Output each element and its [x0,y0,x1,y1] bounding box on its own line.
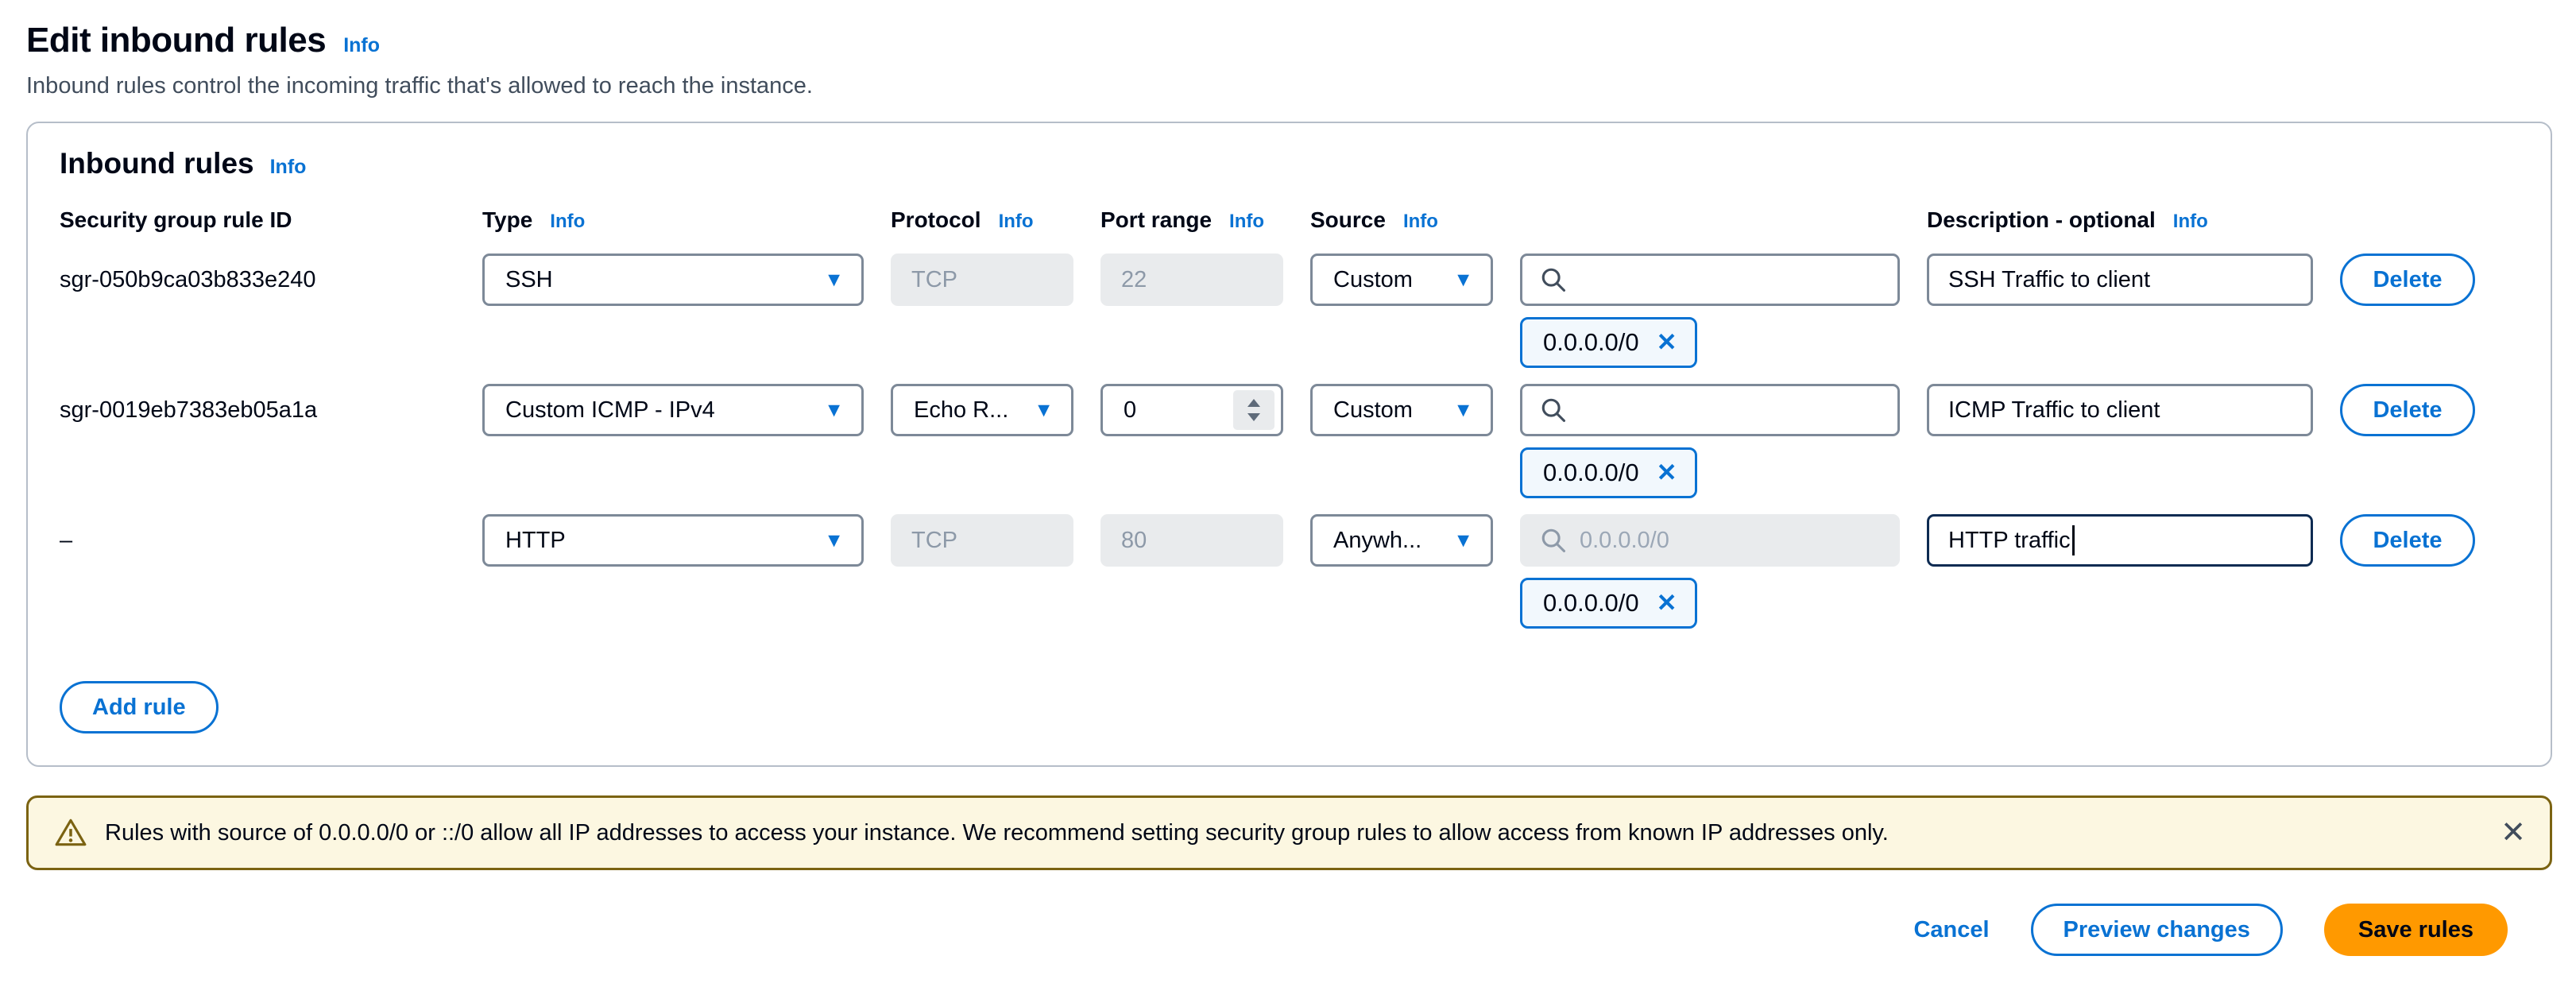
remove-tag-icon[interactable]: ✕ [1657,328,1677,357]
source-cidr-tag: 0.0.0.0/0 ✕ [1520,317,1697,368]
page-title-info-link[interactable]: Info [343,34,380,57]
chevron-down-icon: ▼ [1453,399,1473,422]
stepper-arrows[interactable] [1233,390,1274,430]
edit-inbound-rules-page: Edit inbound rules Info Inbound rules co… [0,0,2576,956]
description-input[interactable]: ICMP Traffic to client [1927,384,2313,436]
description-input[interactable]: SSH Traffic to client [1927,254,2313,306]
port-range-stepper[interactable]: 0 [1100,384,1283,436]
source-mode-select[interactable]: Custom ▼ [1310,254,1493,306]
rule-row-ssh: sgr-050b9ca03b833e240 SSH ▼ TCP 22 Custo… [60,254,2519,368]
text-cursor [2072,525,2075,555]
delete-rule-button[interactable]: Delete [2340,514,2475,567]
cancel-button[interactable]: Cancel [1913,904,1989,956]
page-subtitle: Inbound rules control the incoming traff… [26,73,2552,99]
chevron-down-icon: ▼ [824,269,844,292]
chevron-down-icon: ▼ [1453,529,1473,552]
page-header: Edit inbound rules Info Inbound rules co… [26,21,2552,99]
preview-changes-button[interactable]: Preview changes [2031,904,2283,956]
save-rules-button[interactable]: Save rules [2324,904,2508,956]
source-cidr-tag: 0.0.0.0/0 ✕ [1520,578,1697,629]
search-placeholder: 0.0.0.0/0 [1580,528,1669,554]
port-range-field-disabled: 80 [1100,514,1283,567]
stepper-down-icon[interactable] [1247,413,1260,421]
search-icon [1540,397,1567,424]
protocol-field-disabled: TCP [891,254,1073,306]
type-info-link[interactable]: Info [550,211,585,233]
column-header-type: Type Info [482,207,864,233]
column-header-id: Security group rule ID [60,207,455,233]
warning-icon [54,816,87,850]
source-search-input-disabled: 0.0.0.0/0 [1520,514,1900,567]
delete-rule-button[interactable]: Delete [2340,384,2475,436]
source-search-input[interactable] [1520,384,1900,436]
inbound-rules-panel: Inbound rules Info Security group rule I… [26,122,2552,767]
type-select[interactable]: Custom ICMP - IPv4 ▼ [482,384,864,436]
panel-heading-info-link[interactable]: Info [270,156,307,179]
rule-id: sgr-0019eb7383eb05a1a [60,397,455,424]
column-header-description: Description - optional Info [1927,207,2313,233]
column-header-protocol: Protocol Info [891,207,1073,233]
remove-tag-icon[interactable]: ✕ [1657,459,1677,487]
chevron-down-icon: ▼ [1453,269,1473,292]
remove-tag-icon[interactable]: ✕ [1657,589,1677,617]
type-select[interactable]: SSH ▼ [482,254,864,306]
description-info-link[interactable]: Info [2173,211,2208,233]
protocol-field-disabled: TCP [891,514,1073,567]
column-header-source: Source Info [1310,207,1493,233]
protocol-select[interactable]: Echo R... ▼ [891,384,1073,436]
rule-id: sgr-050b9ca03b833e240 [60,267,455,293]
port-range-info-link[interactable]: Info [1229,211,1264,233]
column-header-port-range: Port range Info [1100,207,1283,233]
source-cidr-tag: 0.0.0.0/0 ✕ [1520,447,1697,498]
chevron-down-icon: ▼ [824,399,844,422]
panel-heading: Inbound rules [60,147,254,180]
protocol-info-link[interactable]: Info [999,211,1034,233]
source-search-input[interactable] [1520,254,1900,306]
rule-id: – [60,528,455,554]
source-info-link[interactable]: Info [1403,211,1438,233]
rule-row-http: – HTTP ▼ TCP 80 Anywh... ▼ 0.0.0.0/0 HTT… [60,514,2519,629]
add-rule-button[interactable]: Add rule [60,681,219,733]
type-select[interactable]: HTTP ▼ [482,514,864,567]
close-icon[interactable]: ✕ [2501,818,2526,848]
delete-rule-button[interactable]: Delete [2340,254,2475,306]
description-input-focused[interactable]: HTTP traffic [1927,514,2313,567]
column-header-row: Security group rule ID Type Info Protoco… [60,207,2519,233]
warning-banner: Rules with source of 0.0.0.0/0 or ::/0 a… [26,795,2552,870]
source-mode-select[interactable]: Custom ▼ [1310,384,1493,436]
rule-row-icmp: sgr-0019eb7383eb05a1a Custom ICMP - IPv4… [60,384,2519,498]
stepper-up-icon[interactable] [1247,399,1260,407]
search-icon [1540,527,1567,554]
port-range-field-disabled: 22 [1100,254,1283,306]
footer-actions: Cancel Preview changes Save rules [26,904,2552,956]
chevron-down-icon: ▼ [824,529,844,552]
chevron-down-icon: ▼ [1034,399,1054,422]
source-mode-select[interactable]: Anywh... ▼ [1310,514,1493,567]
page-title: Edit inbound rules [26,21,326,60]
search-icon [1540,266,1567,293]
warning-text: Rules with source of 0.0.0.0/0 or ::/0 a… [105,820,2483,846]
